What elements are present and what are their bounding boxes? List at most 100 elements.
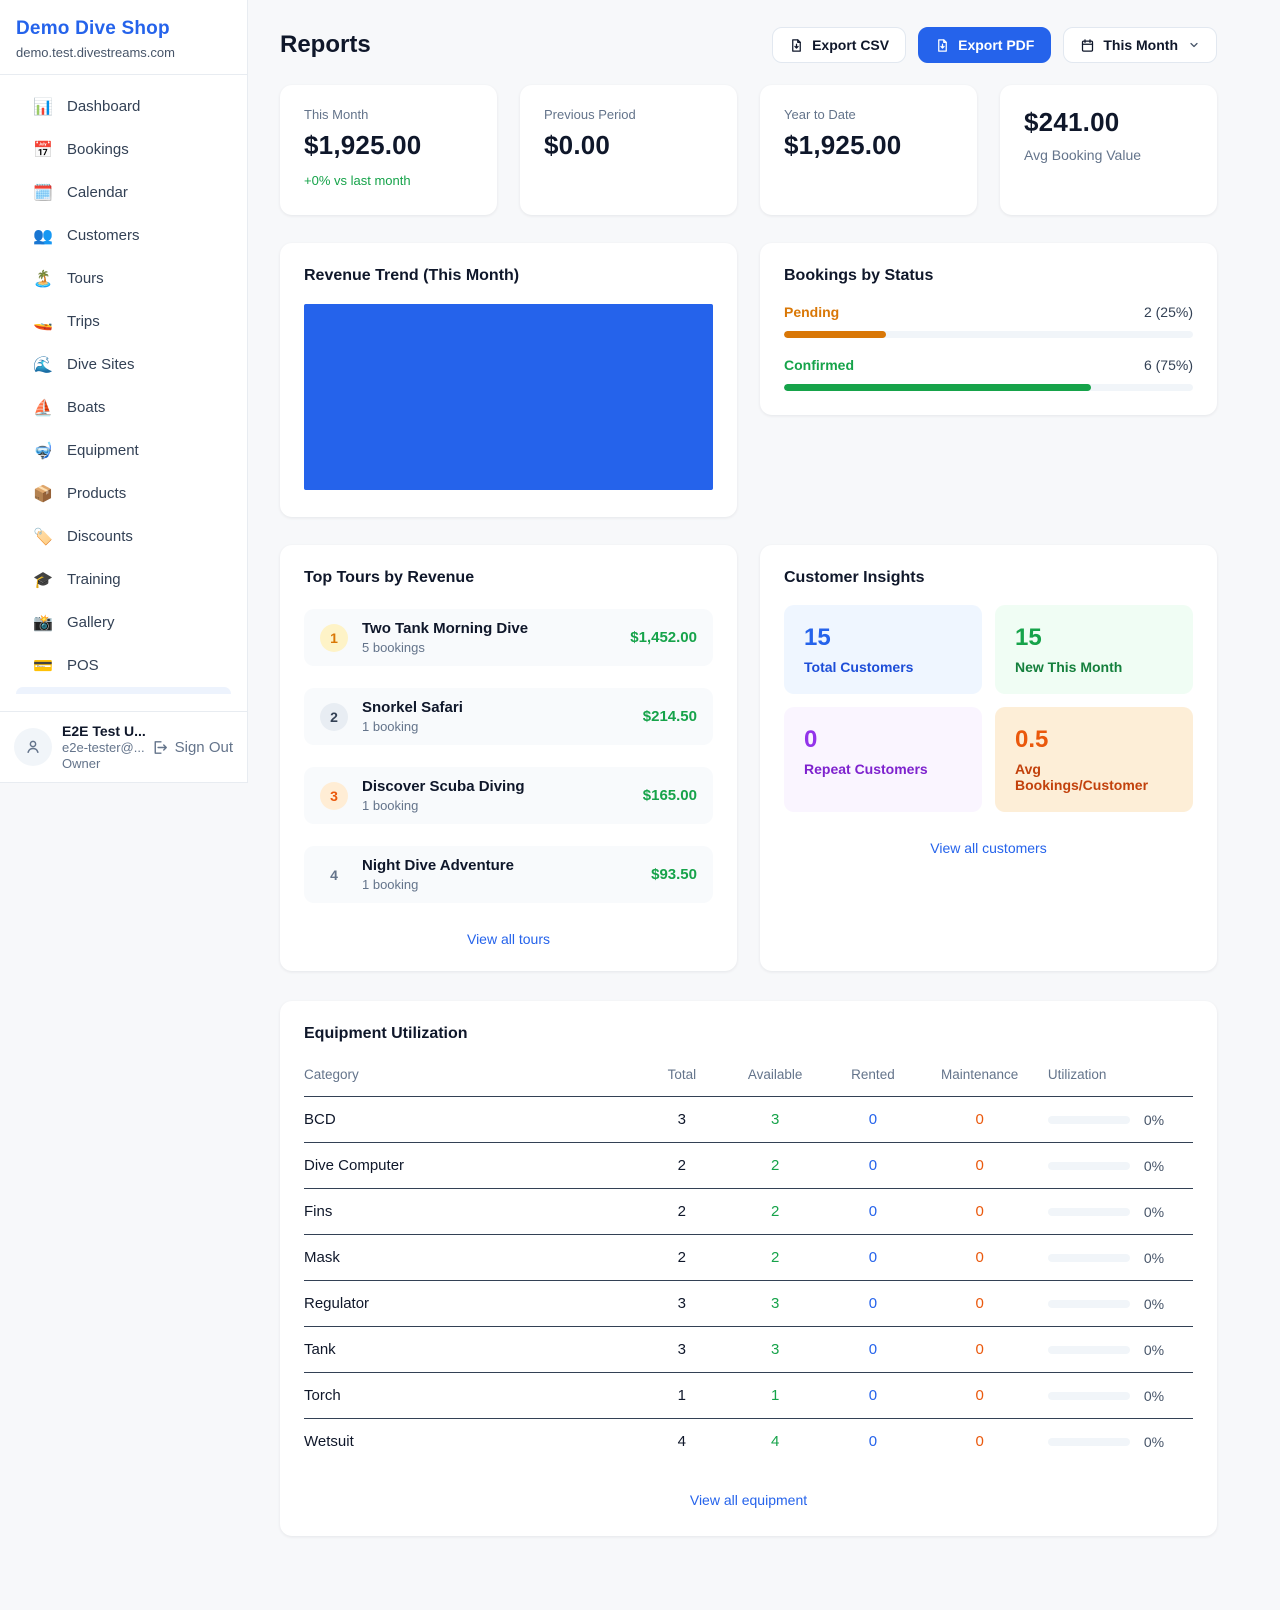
tour-bookings: 5 bookings <box>362 640 528 655</box>
table-row: Regulator 3 3 0 0 0% <box>304 1281 1193 1327</box>
stat-delta: +0% vs last month <box>304 173 473 188</box>
sailboat-icon: ⛵ <box>33 398 53 418</box>
user-email: e2e-tester@... <box>62 740 141 755</box>
page-title: Reports <box>280 31 371 59</box>
stat-this-month: This Month $1,925.00 +0% vs last month <box>280 85 497 215</box>
wave-icon: 🌊 <box>33 355 53 375</box>
pending-count: 2 (25%) <box>1144 304 1193 320</box>
revenue-trend-card: Revenue Trend (This Month) <box>280 243 737 517</box>
person-icon <box>24 738 42 756</box>
pending-bar-fill <box>784 331 886 338</box>
tour-amount: $165.00 <box>643 787 697 804</box>
bookings-status-card: Bookings by Status Pending 2 (25%) Confi… <box>760 243 1217 415</box>
view-all-customers-link[interactable]: View all customers <box>784 840 1193 856</box>
period-dropdown[interactable]: This Month <box>1063 27 1217 63</box>
export-csv-button[interactable]: Export CSV <box>772 27 906 63</box>
file-download-icon <box>789 38 804 53</box>
export-pdf-button[interactable]: Export PDF <box>918 27 1051 63</box>
status-row-pending: Pending 2 (25%) <box>784 304 1193 320</box>
dashboard-icon: 📊 <box>33 97 53 117</box>
customer-insights-card: Customer Insights 15 Total Customers 15 … <box>760 545 1217 971</box>
sidebar-item-discounts[interactable]: 🏷️ Discounts <box>8 515 239 558</box>
tour-bookings: 1 booking <box>362 877 514 892</box>
equipment-utilization-card: Equipment Utilization Category Total Ava… <box>280 1001 1217 1536</box>
diving-mask-icon: 🤿 <box>33 441 53 461</box>
table-row: Fins 2 2 0 0 0% <box>304 1189 1193 1235</box>
equipment-utilization-title: Equipment Utilization <box>304 1025 1193 1043</box>
rank-badge: 4 <box>320 861 348 889</box>
sidebar-item-training[interactable]: 🎓 Training <box>8 558 239 601</box>
customer-insights-title: Customer Insights <box>784 569 1193 587</box>
tour-bookings: 1 booking <box>362 798 525 813</box>
stat-previous-period: Previous Period $0.00 <box>520 85 737 215</box>
tour-row: 1 Two Tank Morning Dive 5 bookings $1,45… <box>304 609 713 666</box>
sidebar-item-dashboard[interactable]: 📊 Dashboard <box>8 85 239 128</box>
table-row: Torch 1 1 0 0 0% <box>304 1373 1193 1419</box>
sidebar-item-gallery[interactable]: 📸 Gallery <box>8 601 239 644</box>
tour-amount: $214.50 <box>643 708 697 725</box>
chevron-down-icon <box>1188 39 1200 51</box>
shop-domain: demo.test.divestreams.com <box>16 45 231 60</box>
view-all-tours-link[interactable]: View all tours <box>304 931 713 947</box>
sign-out-button[interactable]: Sign Out <box>151 739 233 756</box>
pending-label: Pending <box>784 304 839 320</box>
sidebar-item-products[interactable]: 📦 Products <box>8 472 239 515</box>
package-icon: 📦 <box>33 484 53 504</box>
utilization-bar <box>1048 1116 1130 1124</box>
reports-page: Demo Dive Shop demo.test.divestreams.com… <box>0 0 1280 1610</box>
user-meta: E2E Test U... e2e-tester@... Owner <box>62 723 141 771</box>
confirmed-count: 6 (75%) <box>1144 357 1193 373</box>
revenue-trend-title: Revenue Trend (This Month) <box>304 267 713 285</box>
tour-row: 2 Snorkel Safari 1 booking $214.50 <box>304 688 713 745</box>
sidebar-item-tours[interactable]: 🏝️ Tours <box>8 257 239 300</box>
camera-icon: 📸 <box>33 613 53 633</box>
tour-amount: $93.50 <box>651 866 697 883</box>
sidebar-item-customers[interactable]: 👥 Customers <box>8 214 239 257</box>
rank-badge: 3 <box>320 782 348 810</box>
sidebar-item-pos[interactable]: 💳 POS <box>8 644 239 687</box>
shop-name[interactable]: Demo Dive Shop <box>16 18 231 40</box>
sidebar-item-dive-sites[interactable]: 🌊 Dive Sites <box>8 343 239 386</box>
sidebar: Demo Dive Shop demo.test.divestreams.com… <box>0 0 248 783</box>
sidebar-item-boats[interactable]: ⛵ Boats <box>8 386 239 429</box>
credit-card-icon: 💳 <box>33 656 53 676</box>
pending-bar-track <box>784 331 1193 338</box>
table-row: Dive Computer 2 2 0 0 0% <box>304 1143 1193 1189</box>
table-row: Tank 3 3 0 0 0% <box>304 1327 1193 1373</box>
top-tours-title: Top Tours by Revenue <box>304 569 713 587</box>
calendar-icon: 🗓️ <box>33 183 53 203</box>
insights-row: Top Tours by Revenue 1 Two Tank Morning … <box>280 545 1217 971</box>
page-header: Reports Export CSV Export PDF <box>280 27 1217 63</box>
graduation-cap-icon: 🎓 <box>33 570 53 590</box>
table-row: Mask 2 2 0 0 0% <box>304 1235 1193 1281</box>
brand[interactable]: Demo Dive Shop demo.test.divestreams.com <box>0 0 247 75</box>
view-all-equipment-link[interactable]: View all equipment <box>304 1492 1193 1508</box>
avatar <box>14 728 52 766</box>
confirmed-bar-track <box>784 384 1193 391</box>
sidebar-item-reports-partial[interactable] <box>16 687 231 694</box>
table-header-row: Category Total Available Rented Maintena… <box>304 1057 1193 1097</box>
tour-row: 4 Night Dive Adventure 1 booking $93.50 <box>304 846 713 903</box>
sidebar-item-trips[interactable]: 🚤 Trips <box>8 300 239 343</box>
bookings-status-title: Bookings by Status <box>784 267 1193 285</box>
main-content: Reports Export CSV Export PDF <box>280 0 1217 1536</box>
tour-name: Two Tank Morning Dive <box>362 620 528 637</box>
utilization-bar <box>1048 1208 1130 1216</box>
sidebar-item-equipment[interactable]: 🤿 Equipment <box>8 429 239 472</box>
tile-avg-bookings: 0.5 Avg Bookings/Customer <box>995 707 1193 812</box>
header-actions: Export CSV Export PDF This Month <box>772 27 1217 63</box>
logout-icon <box>151 739 168 756</box>
status-row-confirmed: Confirmed 6 (75%) <box>784 357 1193 373</box>
sidebar-item-bookings[interactable]: 📅 Bookings <box>8 128 239 171</box>
user-name: E2E Test U... <box>62 723 141 739</box>
confirmed-bar-fill <box>784 384 1091 391</box>
tour-name: Night Dive Adventure <box>362 857 514 874</box>
insight-tiles: 15 Total Customers 15 New This Month 0 R… <box>784 605 1193 812</box>
user-role: Owner <box>62 756 141 771</box>
island-icon: 🏝️ <box>33 269 53 289</box>
tile-total-customers: 15 Total Customers <box>784 605 982 694</box>
sidebar-item-calendar[interactable]: 🗓️ Calendar <box>8 171 239 214</box>
top-tours-card: Top Tours by Revenue 1 Two Tank Morning … <box>280 545 737 971</box>
charts-row: Revenue Trend (This Month) Bookings by S… <box>280 243 1217 517</box>
user-section: E2E Test U... e2e-tester@... Owner Sign … <box>0 711 247 782</box>
